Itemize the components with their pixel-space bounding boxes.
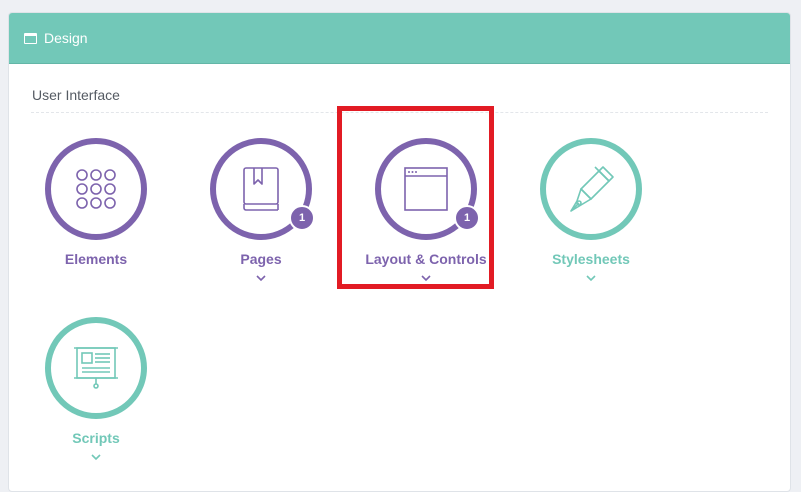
stylesheets-ring (540, 138, 642, 240)
tile-label-elements: Elements (64, 251, 128, 267)
chevron-down-icon[interactable] (91, 452, 101, 462)
tile-elements[interactable]: Elements (26, 138, 166, 278)
tile-label-stylesheets: Stylesheets (552, 251, 630, 267)
presentation-board-icon (74, 347, 118, 389)
panel-header[interactable]: Design (9, 13, 790, 64)
book-icon (243, 167, 279, 211)
tile-label-scripts: Scripts (72, 430, 120, 446)
tile-label-pages: Pages (240, 251, 282, 267)
window-icon (24, 32, 37, 44)
chevron-down-icon[interactable] (256, 273, 266, 283)
tile-pages[interactable]: 1 Pages (191, 138, 331, 288)
section-label: User Interface (32, 87, 120, 103)
elements-ring (45, 138, 147, 240)
pen-icon (570, 166, 614, 212)
pages-count-badge: 1 (289, 205, 315, 231)
grid-dots-icon (76, 169, 116, 209)
chevron-down-icon[interactable] (586, 273, 596, 283)
highlight-box (337, 106, 494, 289)
tile-stylesheets[interactable]: Stylesheets (521, 138, 661, 288)
panel-title: Design (44, 30, 88, 46)
tile-scripts[interactable]: Scripts (26, 317, 166, 467)
scripts-ring (45, 317, 147, 419)
